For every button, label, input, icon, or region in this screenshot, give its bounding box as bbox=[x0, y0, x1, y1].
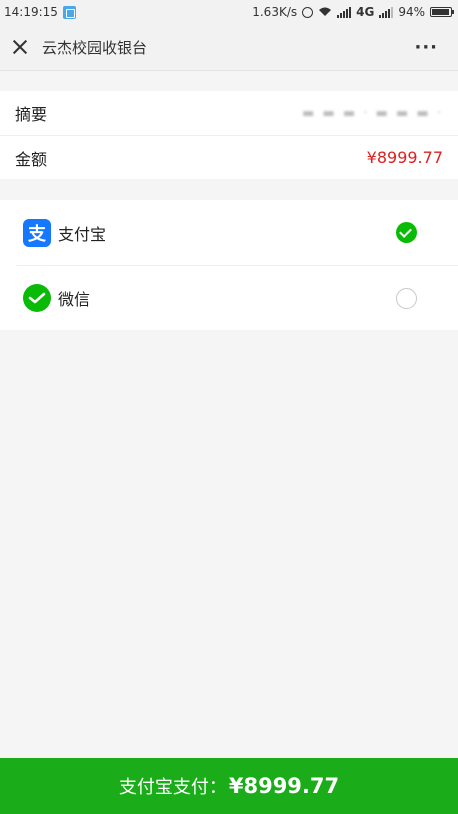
amount-label: 金额 bbox=[15, 149, 48, 169]
page-title: 云杰校园收银台 bbox=[42, 38, 148, 57]
unselected-radio-icon[interactable] bbox=[396, 287, 417, 309]
pay-button-label: 支付宝支付： bbox=[118, 777, 227, 798]
battery-percent: 94% bbox=[398, 5, 425, 19]
signal-icon-2 bbox=[379, 6, 394, 18]
summary-value: ▬ ▬ ▬ · ▬ ▬ ▬ · bbox=[302, 105, 443, 121]
payment-label-wechat: 微信 bbox=[58, 290, 91, 309]
pay-button-amount: ¥8999.77 bbox=[228, 774, 340, 798]
selected-check-icon[interactable] bbox=[396, 222, 417, 243]
status-bar: 14:19:15 1.63K/s 4G 94% bbox=[0, 0, 458, 24]
notification-icon bbox=[62, 5, 76, 19]
more-options-icon[interactable]: ··· bbox=[406, 37, 446, 58]
status-right: 1.63K/s 4G 94% bbox=[252, 5, 454, 19]
wechat-icon bbox=[23, 284, 51, 312]
status-time: 14:19:15 bbox=[4, 5, 58, 19]
close-icon[interactable] bbox=[12, 39, 28, 55]
signal-icon bbox=[337, 6, 352, 18]
payment-option-alipay[interactable]: 支 支付宝 bbox=[0, 200, 458, 265]
pay-button[interactable]: 支付宝支付： ¥8999.77 bbox=[0, 758, 458, 814]
summary-row: 摘要 ▬ ▬ ▬ · ▬ ▬ ▬ · bbox=[0, 91, 458, 135]
payment-methods: 支 支付宝 微信 bbox=[0, 200, 458, 330]
network-type: 4G bbox=[356, 5, 375, 19]
battery-icon bbox=[430, 7, 454, 17]
wifi-icon bbox=[319, 7, 332, 16]
battery-fill bbox=[432, 9, 449, 15]
amount-row: 金额 ¥8999.77 bbox=[0, 135, 458, 179]
status-left: 14:19:15 bbox=[4, 5, 76, 19]
alipay-icon: 支 bbox=[23, 218, 51, 247]
nav-bar: 云杰校园收银台 ··· bbox=[0, 24, 458, 71]
order-info-card: 摘要 ▬ ▬ ▬ · ▬ ▬ ▬ · 金额 ¥8999.77 bbox=[0, 91, 458, 179]
alarm-icon bbox=[302, 6, 314, 18]
payment-label-alipay: 支付宝 bbox=[58, 224, 107, 244]
amount-value: ¥8999.77 bbox=[366, 148, 443, 167]
network-speed: 1.63K/s bbox=[252, 5, 298, 19]
payment-option-wechat[interactable]: 微信 bbox=[16, 265, 458, 330]
summary-label: 摘要 bbox=[15, 105, 48, 124]
